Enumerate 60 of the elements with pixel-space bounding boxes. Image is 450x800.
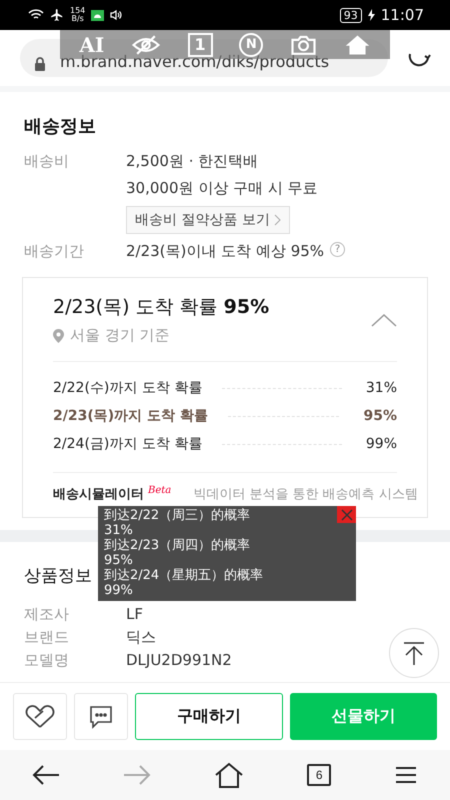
probability-label: 2/23(목)까지 도착 확률 [53, 407, 208, 425]
field-label: 배송비 [24, 152, 70, 172]
probability-label: 2/22(수)까지 도착 확률 [53, 379, 202, 397]
field-label: 배송기간 [24, 242, 85, 261]
field-value: DLJU2D991N2 [126, 651, 232, 670]
translation-line: 99% [104, 583, 133, 598]
translation-line: 95% [104, 553, 133, 568]
home-icon[interactable] [344, 34, 371, 56]
translation-line: 到达2/23（周四）的概率 [104, 538, 250, 553]
help-icon[interactable]: ? [330, 242, 346, 257]
field-label: 제조사 [24, 605, 70, 624]
region-text: 서울 경기 기준 [70, 326, 170, 345]
wifi-icon [28, 9, 44, 21]
probability-label: 2/24(금)까지 도착 확률 [53, 435, 202, 453]
free-shipping-note: 30,000원 이상 구매 시 무료 [126, 179, 318, 198]
probability-value: 99% [366, 436, 397, 452]
probability-value: 31% [366, 380, 397, 396]
shipping-fee: 2,500원 · 한진택배 [126, 152, 258, 171]
lock-icon [34, 57, 46, 71]
heart-link-icon [25, 704, 55, 728]
hidden-eye-icon[interactable] [130, 34, 161, 56]
delivery-period: 2/23(목)이내 도착 예상 95% [126, 242, 324, 261]
scroll-top-button[interactable] [389, 628, 439, 678]
app-notification-icon [91, 10, 104, 20]
n-button[interactable]: N [239, 32, 264, 56]
field-label: 모델명 [24, 651, 70, 670]
collapse-chevron-icon[interactable] [371, 312, 397, 326]
chat-bubble-icon [88, 704, 114, 728]
gift-button[interactable]: 선물하기 [290, 693, 437, 740]
simulator-description: 빅데이터 분석을 통한 배송예측 시스템 [193, 486, 418, 503]
saving-products-button[interactable]: 배송비 절약상품 보기 [126, 206, 290, 234]
menu-icon [394, 765, 418, 785]
translation-line: 到达2/24（星期五）的概率 [104, 568, 264, 583]
network-speed: 154 [70, 7, 86, 15]
chat-button[interactable] [74, 693, 128, 740]
close-icon[interactable] [337, 506, 356, 523]
beta-tag: Beta [148, 485, 172, 496]
field-label: 브랜드 [24, 628, 70, 647]
simulator-title: 배송시뮬레이터 [53, 486, 144, 503]
buy-button[interactable]: 구매하기 [135, 693, 282, 740]
network-speed-unit: B/s [71, 15, 84, 23]
translation-line: 到达2/22（周三）的概率 [104, 508, 250, 523]
wishlist-button[interactable] [13, 693, 67, 740]
camera-icon[interactable] [290, 34, 317, 56]
clock-time: 11:07 [380, 6, 424, 24]
section-title: 배송정보 [24, 115, 97, 138]
volume-icon [110, 9, 122, 21]
probability-value: 95% [363, 408, 397, 424]
translation-line: 31% [104, 523, 133, 538]
battery-level: 93 [340, 8, 362, 22]
section-title: 상품정보 [24, 565, 92, 587]
field-value: 딕스 [126, 628, 156, 647]
arrow-up-icon [403, 641, 425, 665]
chevron-right-icon [274, 214, 281, 226]
arrival-headline: 2/23(목) 도착 확률 95% [53, 295, 270, 320]
page-number-button[interactable]: 1 [188, 32, 213, 56]
location-pin-icon [53, 328, 64, 342]
field-value: LF [126, 605, 143, 624]
charging-icon [368, 9, 375, 21]
airplane-icon [50, 8, 64, 22]
